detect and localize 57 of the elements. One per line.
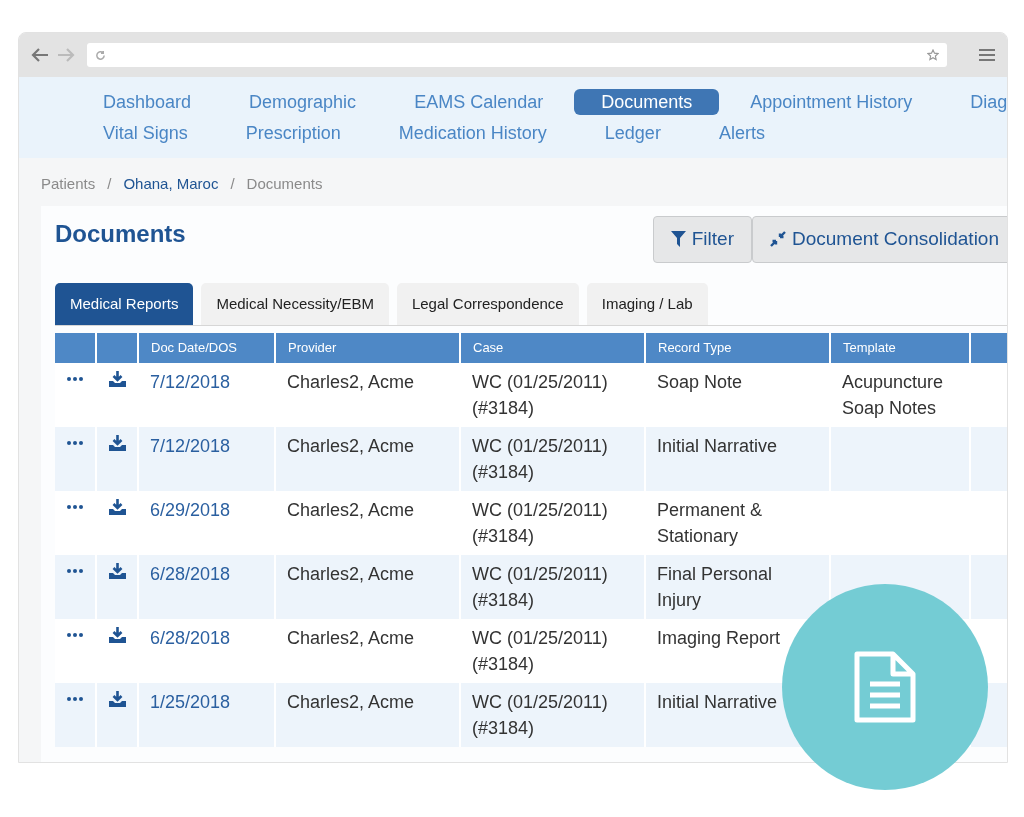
more-options-icon[interactable]	[67, 696, 83, 701]
download-icon[interactable]	[108, 434, 126, 451]
table-cell: Charles2, Acme	[275, 554, 460, 619]
breadcrumb-link[interactable]: Ohana, Maroc	[123, 173, 219, 196]
nav-link[interactable]: Appointment History	[723, 89, 940, 115]
column-header: Record Type	[645, 333, 830, 363]
filter-button[interactable]: Filter	[652, 215, 752, 263]
table-cell: WC (01/25/2011) (#3184)	[460, 426, 645, 491]
table-cell: WC (01/25/2011) (#3184)	[460, 554, 645, 619]
nav-link[interactable]: Ledger	[577, 120, 688, 146]
table-cell: Initial Narrative	[645, 426, 830, 491]
nav-link[interactable]: Vital Signs	[76, 120, 215, 146]
document-icon	[854, 651, 916, 723]
column-header: Case	[460, 333, 645, 363]
tab[interactable]: Medical Necessity/EBM	[201, 282, 389, 325]
column-header: Template	[830, 333, 970, 363]
download-icon[interactable]	[108, 370, 126, 387]
star-icon[interactable]	[927, 49, 939, 61]
more-options-icon[interactable]	[67, 568, 83, 573]
download-icon[interactable]	[108, 626, 126, 643]
page-title: Documents	[55, 218, 186, 249]
nav-link[interactable]: Medication History	[371, 120, 574, 146]
breadcrumb-item: Documents	[246, 174, 323, 194]
date-link[interactable]: 6/28/2018	[138, 554, 275, 619]
date-link[interactable]: 7/12/2018	[138, 426, 275, 491]
menu-icon[interactable]	[979, 49, 995, 61]
download-icon[interactable]	[108, 498, 126, 515]
breadcrumb-item: Patients	[41, 174, 96, 194]
nav-link[interactable]: Dashboard	[76, 89, 219, 115]
table-cell: Charles2, Acme	[275, 682, 460, 747]
nav-link[interactable]: Documents	[574, 89, 720, 115]
more-options-icon[interactable]	[67, 440, 83, 445]
table-cell: Final Personal Injury	[645, 554, 830, 619]
breadcrumb-separator: /	[107, 174, 112, 194]
compress-arrows-icon	[770, 231, 786, 247]
table-cell: Charles2, Acme	[275, 426, 460, 491]
breadcrumb-separator: /	[230, 174, 235, 194]
consolidation-button[interactable]: Document Consolidation	[752, 215, 1007, 263]
more-options-icon[interactable]	[67, 376, 83, 381]
filter-icon	[670, 231, 686, 247]
download-icon[interactable]	[108, 690, 126, 707]
date-link[interactable]: 1/25/2018	[138, 682, 275, 747]
download-icon[interactable]	[108, 562, 126, 579]
more-options-icon[interactable]	[67, 504, 83, 509]
column-header: Doc Date/DOS	[138, 333, 275, 363]
nav-link[interactable]: Diag	[943, 89, 1007, 115]
tab[interactable]: Legal Correspondence	[396, 282, 579, 325]
table-cell: WC (01/25/2011) (#3184)	[460, 682, 645, 747]
nav-link[interactable]: Prescription	[218, 120, 368, 146]
back-arrow-icon[interactable]	[31, 48, 49, 62]
column-header: Provider	[275, 333, 460, 363]
nav-link[interactable]: EAMS Calendar	[387, 89, 571, 115]
nav-link[interactable]: Demographic	[222, 89, 384, 115]
nav-link[interactable]: Alerts	[691, 120, 792, 146]
tab[interactable]: Imaging / Lab	[586, 282, 708, 325]
more-options-icon[interactable]	[67, 632, 83, 637]
tab[interactable]: Medical Reports	[55, 282, 194, 325]
